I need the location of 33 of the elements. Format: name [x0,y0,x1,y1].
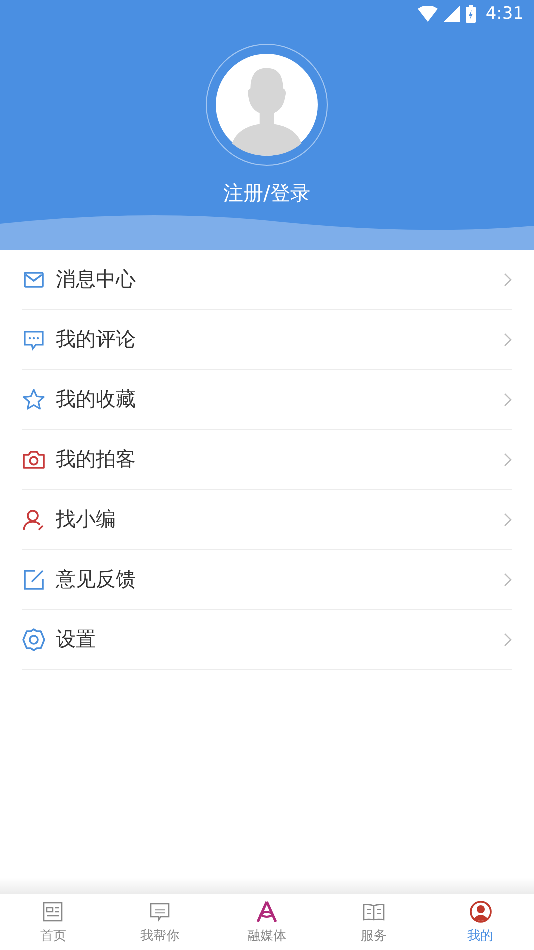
status-time: 4:31 [486,4,524,24]
logo-icon [254,900,279,924]
tab[interactable]: 首页 [0,894,107,950]
chevron-icon [504,572,512,586]
chevron-icon [504,392,512,406]
chevron-icon [504,452,512,466]
menu-label: 我的评论 [56,326,137,353]
menu-label: 我的收藏 [56,386,137,413]
menu-item[interactable]: 消息中心 [22,250,512,310]
tab[interactable]: 我帮你 [106,894,214,950]
menu-item[interactable]: 意见反馈 [22,550,512,610]
avatar[interactable] [206,44,328,166]
chevron-icon [504,632,512,646]
menu-item[interactable]: 找小编 [22,490,512,550]
tab[interactable]: 融媒体 [214,894,320,950]
wifi-icon [418,6,438,22]
menu-item[interactable]: 我的拍客 [22,430,512,490]
chevron-icon [504,512,512,526]
signal-icon [444,6,460,22]
menu-label: 消息中心 [56,266,137,293]
news-icon [41,900,66,924]
menu-item[interactable]: 设置 [22,610,512,670]
chevron-icon [504,332,512,346]
chevron-icon [504,272,512,286]
menu-item[interactable]: 我的评论 [22,310,512,370]
profile-icon [468,900,493,924]
menu-label: 找小编 [56,506,117,533]
battery-icon [466,5,476,23]
tab[interactable]: 服务 [320,894,428,950]
menu-label: 意见反馈 [56,566,137,593]
menu-item[interactable]: 我的收藏 [22,370,512,430]
menu-label: 我的拍客 [56,446,137,473]
menu-label: 设置 [56,626,97,653]
